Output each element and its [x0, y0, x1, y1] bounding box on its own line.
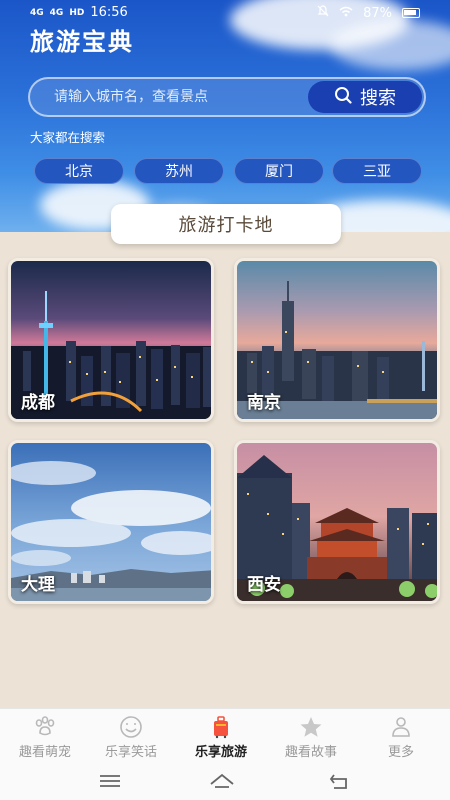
paw-icon	[35, 716, 55, 736]
battery-percent: 87%	[363, 5, 392, 21]
nav-tab-travel[interactable]: 乐享旅游	[176, 715, 266, 763]
person-icon	[392, 717, 410, 737]
star-icon	[300, 717, 322, 737]
card-label: 西安	[247, 575, 281, 595]
status-time: 16:56	[90, 5, 128, 20]
app-title: 旅游宝典	[30, 28, 134, 56]
home-icon[interactable]	[208, 770, 236, 792]
menu-icon[interactable]	[96, 770, 124, 792]
city-chip[interactable]: 苏州	[134, 158, 224, 184]
battery-icon	[402, 8, 420, 18]
luggage-icon	[214, 716, 228, 739]
search-bar: 搜索	[28, 77, 426, 117]
nav-label: 乐享旅游	[194, 745, 247, 760]
smile-icon	[120, 716, 142, 738]
search-button-label: 搜索	[360, 88, 396, 109]
hot-search-label: 大家都在搜索	[30, 130, 106, 145]
search-icon	[334, 86, 352, 109]
bottom-nav: 趣看萌宠 乐享笑话 乐享旅游 趣看故事 更多	[0, 708, 450, 764]
signal-icon: 4G	[49, 7, 64, 18]
section-title: 旅游打卡地	[111, 204, 341, 244]
nav-tab-more[interactable]: 更多	[356, 715, 446, 763]
city-chip[interactable]: 北京	[34, 158, 124, 184]
nav-tab-pets[interactable]: 趣看萌宠	[0, 715, 90, 763]
system-nav-bar	[0, 764, 450, 800]
search-input[interactable]	[54, 79, 304, 115]
nav-tab-stories[interactable]: 趣看故事	[266, 715, 356, 763]
city-chip[interactable]: 厦门	[234, 158, 324, 184]
nav-label: 趣看萌宠	[18, 745, 71, 760]
nav-label: 乐享笑话	[104, 745, 157, 760]
card-label: 成都	[21, 393, 55, 413]
nav-tab-jokes[interactable]: 乐享笑话	[86, 715, 176, 763]
nav-label: 更多	[387, 745, 414, 760]
destination-card-nanjing[interactable]: 南京	[234, 258, 440, 422]
wifi-icon	[339, 6, 353, 21]
hd-icon: HD	[69, 7, 85, 18]
city-chip[interactable]: 三亚	[332, 158, 422, 184]
destination-card-dali[interactable]: 大理	[8, 440, 214, 604]
hot-city-chips: 北京 苏州 厦门 三亚	[34, 158, 424, 184]
search-button[interactable]: 搜索	[308, 81, 422, 113]
mute-icon	[317, 5, 329, 21]
destination-card-chengdu[interactable]: 成都	[8, 258, 214, 422]
back-icon[interactable]	[326, 770, 354, 792]
card-label: 大理	[21, 575, 55, 595]
nav-label: 趣看故事	[284, 745, 337, 760]
card-label: 南京	[247, 393, 281, 413]
signal-icon: 4G	[30, 7, 44, 18]
destination-card-xian[interactable]: 西安	[234, 440, 440, 604]
